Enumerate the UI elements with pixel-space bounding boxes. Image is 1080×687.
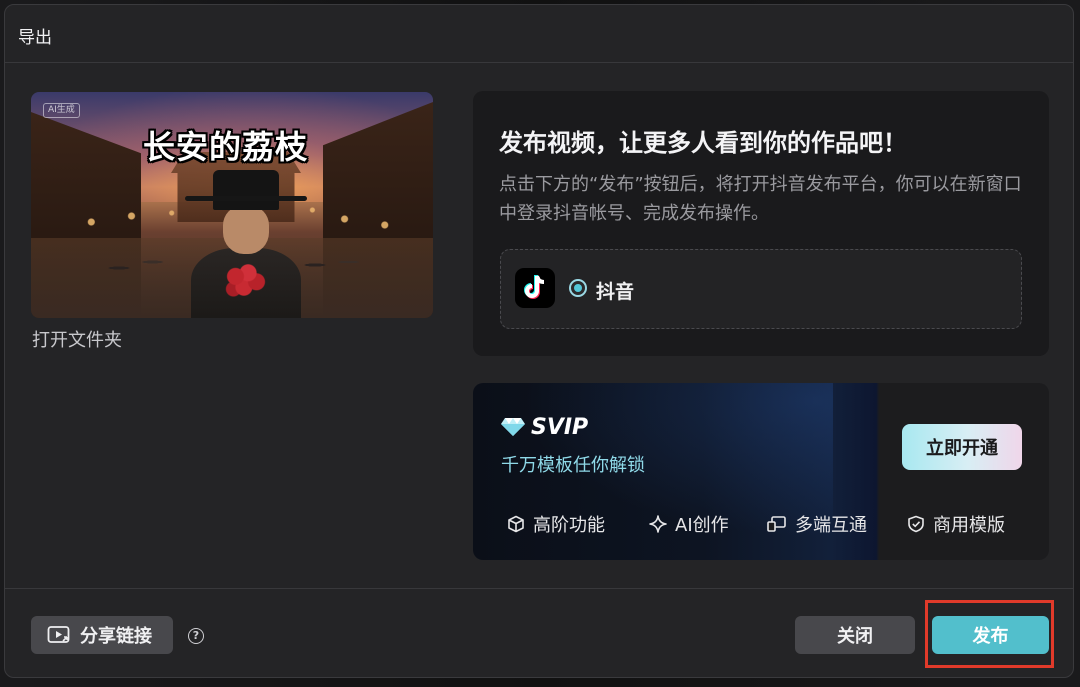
lychee-bunch [225,262,267,298]
svip-promo-panel: SVIP 千万模板任你解锁 立即开通 高阶功能 AI创作 多端互通 商用模版 [473,383,1049,560]
figure-hat [213,170,279,210]
platform-option-douyin[interactable]: 抖音 [500,249,1022,329]
thumbnail-title: 长安的荔枝 [143,128,309,166]
ai-generated-badge: AI生成 [43,103,80,118]
dialog-title: 导出 [18,28,52,48]
svip-badge-text: SVIP [531,414,589,440]
platform-radio-selected[interactable] [569,279,587,297]
thumbnail-figure [185,170,307,318]
dialog-header: 导出 [5,5,1073,63]
feature-multi-device: 多端互通 [767,511,867,537]
devices-icon [767,516,786,532]
figure-face [223,206,269,254]
help-icon[interactable]: ? [188,628,204,644]
subscribe-now-button[interactable]: 立即开通 [902,424,1022,470]
publish-description: 点击下方的“发布”按钮后，将打开抖音发布平台，你可以在新窗口中登录抖音帐号、完成… [499,174,1022,224]
video-thumbnail: 长安的荔枝 AI生成 [31,92,433,318]
feature-advanced: 高阶功能 [507,511,605,537]
diamond-icon [501,418,525,436]
sparkle-icon [649,515,667,533]
share-link-label: 分享链接 [80,626,152,647]
publish-button[interactable]: 发布 [932,616,1049,654]
dialog-footer: 分享链接 ? 关闭 发布 [5,588,1073,677]
share-video-icon [47,626,70,643]
publish-heading: 发布视频，让更多人看到你的作品吧！ [499,129,907,157]
feature-ai: AI创作 [649,511,729,537]
feature-label: 多端互通 [795,515,867,536]
close-button[interactable]: 关闭 [795,616,915,654]
figure-hat-wings [185,196,307,201]
tiktok-icon [515,268,555,308]
feature-label: 高阶功能 [533,515,605,536]
feature-label: AI创作 [675,515,729,536]
platform-label: 抖音 [596,281,635,303]
export-dialog: 导出 长安的荔枝 AI生成 打开文件夹 发布视频，让更多人看到你的作品吧！ 点击… [4,4,1074,678]
cube-icon [508,515,524,533]
shield-check-icon [908,515,924,533]
feature-label: 商用模版 [933,515,1005,536]
svip-subtitle: 千万模板任你解锁 [501,455,645,476]
feature-commercial: 商用模版 [907,511,1005,537]
svip-logo: SVIP [501,413,588,441]
open-folder-link[interactable]: 打开文件夹 [32,326,122,352]
publish-panel: 发布视频，让更多人看到你的作品吧！ 点击下方的“发布”按钮后，将打开抖音发布平台… [473,91,1049,356]
svip-feature-list: 高阶功能 AI创作 多端互通 商用模版 [507,511,1027,537]
share-link-button[interactable]: 分享链接 [31,616,173,654]
